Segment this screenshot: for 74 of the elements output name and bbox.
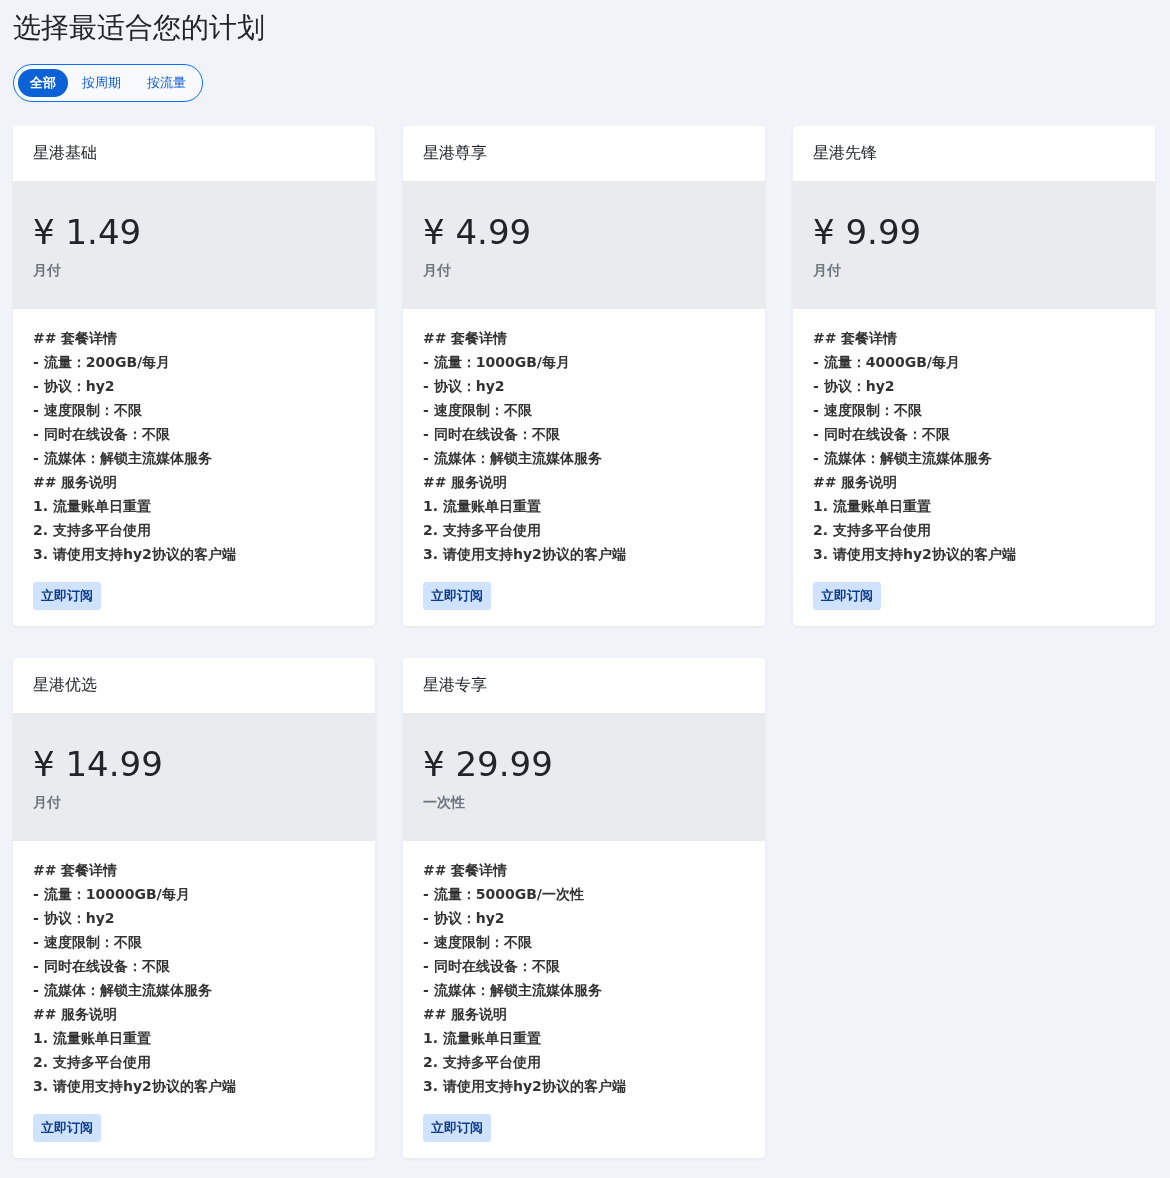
plan-detail: 2. 支持多平台使用 xyxy=(33,1053,151,1072)
plan-detail: - 协议：hy2 xyxy=(423,909,505,928)
plan-detail: - 速度限制：不限 xyxy=(33,401,142,420)
plan-detail: 2. 支持多平台使用 xyxy=(813,521,931,540)
plan-detail: - 协议：hy2 xyxy=(33,377,115,396)
plan-detail: - 流量：200GB/每月 xyxy=(33,353,171,372)
plan-detail: - 协议：hy2 xyxy=(813,377,895,396)
plan-detail: - 同时在线设备：不限 xyxy=(423,957,560,976)
filter-tab[interactable]: 按周期 xyxy=(70,69,133,97)
subscribe-button[interactable]: 立即订阅 xyxy=(813,582,881,610)
plan-detail: - 流媒体：解锁主流媒体服务 xyxy=(33,449,212,468)
plan-detail: ## 服务说明 xyxy=(423,473,508,492)
plan-detail: 2. 支持多平台使用 xyxy=(423,1053,541,1072)
plan-detail: ## 套餐详情 xyxy=(33,861,118,880)
plan-detail: ## 服务说明 xyxy=(33,1005,118,1024)
subscribe-button[interactable]: 立即订阅 xyxy=(33,582,101,610)
plan-price: ¥ 1.49 xyxy=(33,211,143,254)
plan-detail: ## 套餐详情 xyxy=(423,861,508,880)
plan-price: ¥ 29.99 xyxy=(423,743,554,786)
plan-name: 星港优选 xyxy=(33,675,97,696)
plan-price: ¥ 4.99 xyxy=(423,211,533,254)
plan-detail: 1. 流量账单日重置 xyxy=(423,1029,541,1048)
plan-detail: 3. 请使用支持hy2协议的客户端 xyxy=(423,1077,626,1096)
plan-detail: 1. 流量账单日重置 xyxy=(423,497,541,516)
billing-period: 月付 xyxy=(423,262,452,280)
subscribe-button[interactable]: 立即订阅 xyxy=(423,582,491,610)
plan-detail: - 流媒体：解锁主流媒体服务 xyxy=(33,981,212,1000)
plan-price: ¥ 9.99 xyxy=(813,211,923,254)
plan-detail: - 流媒体：解锁主流媒体服务 xyxy=(423,449,602,468)
plan-detail: - 速度限制：不限 xyxy=(33,933,142,952)
plan-detail: 3. 请使用支持hy2协议的客户端 xyxy=(423,545,626,564)
plan-detail: 2. 支持多平台使用 xyxy=(423,521,541,540)
plan-name: 星港基础 xyxy=(33,143,97,164)
plan-detail: - 流量：4000GB/每月 xyxy=(813,353,960,372)
plan-name: 星港先锋 xyxy=(813,143,877,164)
plan-detail: - 速度限制：不限 xyxy=(423,401,532,420)
plan-detail: 1. 流量账单日重置 xyxy=(813,497,931,516)
filter-tab[interactable]: 按流量 xyxy=(135,69,198,97)
plan-detail: 3. 请使用支持hy2协议的客户端 xyxy=(33,545,236,564)
plan-detail: - 流媒体：解锁主流媒体服务 xyxy=(423,981,602,1000)
page-title: 选择最适合您的计划 xyxy=(13,10,266,46)
plan-detail: - 速度限制：不限 xyxy=(423,933,532,952)
plan-detail: ## 套餐详情 xyxy=(423,329,508,348)
filter-tab[interactable]: 全部 xyxy=(18,69,68,97)
plan-detail: 3. 请使用支持hy2协议的客户端 xyxy=(813,545,1016,564)
plan-detail: 1. 流量账单日重置 xyxy=(33,1029,151,1048)
plan-detail: - 同时在线设备：不限 xyxy=(33,957,170,976)
plan-detail: 3. 请使用支持hy2协议的客户端 xyxy=(33,1077,236,1096)
billing-period: 月付 xyxy=(33,262,62,280)
plan-detail: - 速度限制：不限 xyxy=(813,401,922,420)
plan-name: 星港尊享 xyxy=(423,143,487,164)
plan-detail: - 流量：10000GB/每月 xyxy=(33,885,190,904)
plan-detail: - 同时在线设备：不限 xyxy=(33,425,170,444)
billing-period: 一次性 xyxy=(423,794,466,812)
plan-name: 星港专享 xyxy=(423,675,487,696)
plan-detail: - 流量：1000GB/每月 xyxy=(423,353,570,372)
plan-detail: - 流媒体：解锁主流媒体服务 xyxy=(813,449,992,468)
plan-detail: 2. 支持多平台使用 xyxy=(33,521,151,540)
plan-detail: - 同时在线设备：不限 xyxy=(813,425,950,444)
plan-detail: ## 服务说明 xyxy=(423,1005,508,1024)
plan-detail: ## 套餐详情 xyxy=(33,329,118,348)
plan-detail: ## 服务说明 xyxy=(33,473,118,492)
subscribe-button[interactable]: 立即订阅 xyxy=(33,1114,101,1142)
plan-detail: - 协议：hy2 xyxy=(423,377,505,396)
plan-detail: - 同时在线设备：不限 xyxy=(423,425,560,444)
plan-detail: - 流量：5000GB/一次性 xyxy=(423,885,584,904)
plan-price: ¥ 14.99 xyxy=(33,743,164,786)
plan-detail: ## 套餐详情 xyxy=(813,329,898,348)
billing-period: 月付 xyxy=(813,262,842,280)
plan-detail: 1. 流量账单日重置 xyxy=(33,497,151,516)
plan-detail: - 协议：hy2 xyxy=(33,909,115,928)
plan-detail: ## 服务说明 xyxy=(813,473,898,492)
subscribe-button[interactable]: 立即订阅 xyxy=(423,1114,491,1142)
billing-period: 月付 xyxy=(33,794,62,812)
